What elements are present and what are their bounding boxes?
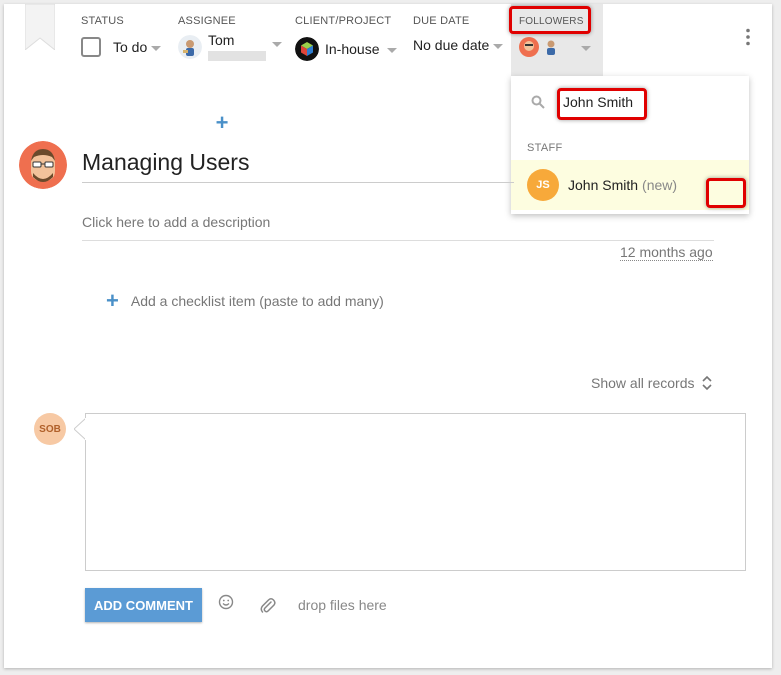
followers-label-highlight bbox=[509, 6, 591, 34]
paperclip-icon[interactable] bbox=[260, 597, 276, 615]
more-vertical-icon[interactable] bbox=[745, 28, 751, 46]
plus-icon: + bbox=[106, 288, 119, 313]
status-label: STATUS bbox=[81, 15, 124, 27]
add-checklist-item[interactable]: + Add a checklist item (paste to add man… bbox=[106, 290, 384, 312]
task-title[interactable]: Managing Users bbox=[82, 149, 249, 176]
assignee-redacted bbox=[208, 51, 266, 61]
bookmark-icon[interactable] bbox=[25, 4, 55, 50]
add-button-highlight bbox=[706, 178, 746, 208]
chevron-down-icon bbox=[387, 48, 398, 53]
avatar: JS bbox=[527, 169, 559, 201]
staff-name: John Smith bbox=[568, 177, 639, 193]
due-date-value: No due date bbox=[413, 37, 490, 53]
status-value: To do bbox=[113, 39, 148, 55]
chevron-down-icon bbox=[151, 46, 162, 51]
avatar: SOB bbox=[34, 413, 66, 445]
show-all-records-button[interactable]: Show all records bbox=[591, 375, 713, 391]
emoji-icon[interactable] bbox=[218, 594, 234, 610]
add-comment-button[interactable]: ADD COMMENT bbox=[85, 588, 202, 622]
expand-icon bbox=[701, 375, 712, 391]
chevron-down-icon bbox=[581, 46, 591, 51]
checklist-placeholder: Add a checklist item (paste to add many) bbox=[130, 293, 384, 309]
staff-new-tag: (new) bbox=[642, 177, 678, 193]
assignee-avatar bbox=[178, 34, 202, 59]
show-all-label: Show all records bbox=[591, 375, 695, 391]
chevron-down-icon bbox=[493, 44, 504, 49]
title-divider bbox=[82, 182, 514, 183]
status-checkbox[interactable] bbox=[81, 37, 101, 57]
search-highlight bbox=[557, 88, 647, 120]
client-value: In-house bbox=[325, 41, 380, 57]
assignee-value: Tom bbox=[208, 32, 235, 48]
follower-avatar bbox=[519, 37, 539, 57]
description-input[interactable]: Click here to add a description bbox=[82, 214, 270, 230]
status-dropdown[interactable]: To do bbox=[81, 37, 162, 57]
comment-textarea[interactable] bbox=[85, 413, 746, 571]
due-date-dropdown[interactable]: No due date bbox=[413, 37, 504, 53]
description-divider bbox=[82, 240, 714, 241]
creator-avatar bbox=[19, 141, 67, 189]
follower-avatar bbox=[541, 37, 561, 57]
bubble-tail bbox=[74, 418, 88, 440]
assignee-label: ASSIGNEE bbox=[178, 15, 236, 27]
due-date-label: DUE DATE bbox=[413, 15, 470, 27]
project-logo-icon bbox=[295, 37, 319, 61]
search-icon bbox=[531, 95, 545, 109]
followers-avatars[interactable] bbox=[519, 37, 591, 57]
client-label: CLIENT/PROJECT bbox=[295, 15, 392, 27]
chevron-down-icon bbox=[272, 42, 282, 47]
timestamp-link[interactable]: 12 months ago bbox=[620, 244, 713, 261]
add-follower-plus-icon[interactable]: + bbox=[209, 112, 235, 134]
assignee-dropdown[interactable]: Tom bbox=[178, 32, 282, 61]
staff-section-label: STAFF bbox=[527, 142, 563, 154]
task-card: STATUS To do ASSIGNEE Tom CLIENT/PROJECT bbox=[4, 4, 772, 668]
drop-files-text: drop files here bbox=[298, 597, 387, 613]
client-dropdown[interactable]: In-house bbox=[295, 37, 398, 61]
